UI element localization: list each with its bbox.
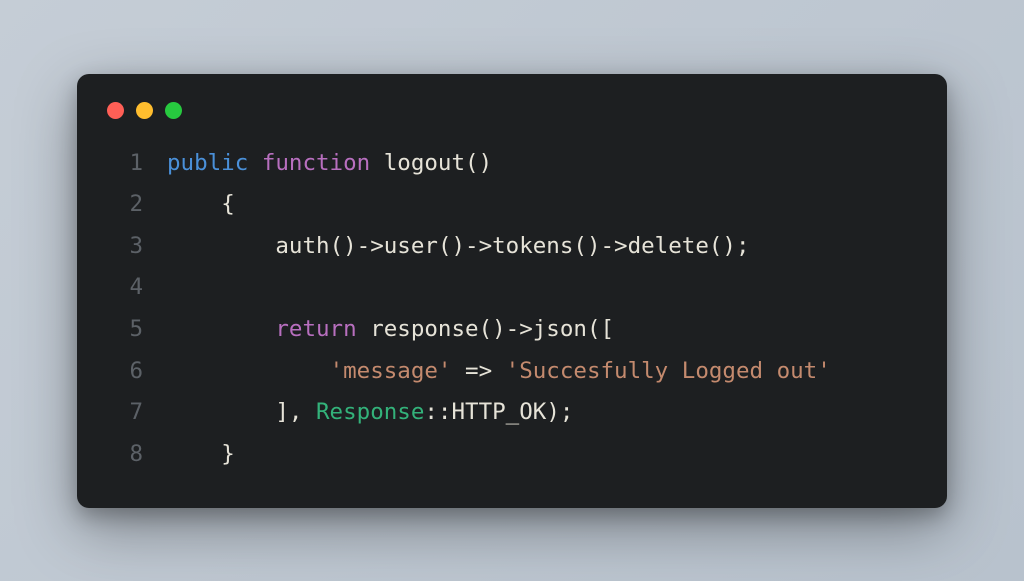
token: => (451, 358, 505, 384)
code-line: 2 { (105, 184, 919, 226)
code-content (143, 267, 167, 309)
line-number: 5 (105, 309, 143, 351)
code-content: { (143, 184, 235, 226)
token: { (221, 191, 235, 217)
code-line: 1public function logout() (105, 143, 919, 185)
token: delete (628, 233, 709, 259)
token: ], (275, 399, 316, 425)
line-number: 7 (105, 392, 143, 434)
token (248, 150, 262, 176)
token: 'message' (330, 358, 452, 384)
code-block: 1public function logout()2 {3 auth()->us… (105, 143, 919, 476)
code-content: return response()->json([ (143, 309, 614, 351)
token: user (384, 233, 438, 259)
line-number: 2 (105, 184, 143, 226)
code-line: 6 'message' => 'Succesfully Logged out' (105, 351, 919, 393)
token: function (262, 150, 370, 176)
token: () (465, 150, 492, 176)
minimize-icon[interactable] (136, 102, 153, 119)
token: Response (316, 399, 424, 425)
token: ([ (587, 316, 614, 342)
code-content: 'message' => 'Succesfully Logged out' (143, 351, 831, 393)
code-line: 5 return response()->json([ (105, 309, 919, 351)
code-window: 1public function logout()2 {3 auth()->us… (77, 74, 947, 508)
token: ); (546, 399, 573, 425)
token: logout (384, 150, 465, 176)
code-content: auth()->user()->tokens()->delete(); (143, 226, 750, 268)
line-number: 6 (105, 351, 143, 393)
token: response (370, 316, 478, 342)
code-line: 7 ], Response::HTTP_OK); (105, 392, 919, 434)
line-number: 8 (105, 434, 143, 476)
code-content: } (143, 434, 235, 476)
token (357, 316, 371, 342)
token: ()-> (438, 233, 492, 259)
token (370, 150, 384, 176)
line-number: 4 (105, 267, 143, 309)
token: HTTP_OK (451, 399, 546, 425)
token: tokens (492, 233, 573, 259)
token: public (167, 150, 248, 176)
token: ()-> (479, 316, 533, 342)
token: json (533, 316, 587, 342)
line-number: 1 (105, 143, 143, 185)
code-line: 8 } (105, 434, 919, 476)
token: (); (709, 233, 750, 259)
token: auth (275, 233, 329, 259)
zoom-icon[interactable] (165, 102, 182, 119)
token: return (275, 316, 356, 342)
code-content: ], Response::HTTP_OK); (143, 392, 573, 434)
token: 'Succesfully Logged out' (506, 358, 831, 384)
token: :: (424, 399, 451, 425)
token: ()-> (573, 233, 627, 259)
token: } (221, 441, 235, 467)
window-titlebar (105, 98, 919, 143)
token: ()-> (330, 233, 384, 259)
code-content: public function logout() (143, 143, 492, 185)
close-icon[interactable] (107, 102, 124, 119)
code-line: 3 auth()->user()->tokens()->delete(); (105, 226, 919, 268)
line-number: 3 (105, 226, 143, 268)
code-line: 4 (105, 267, 919, 309)
